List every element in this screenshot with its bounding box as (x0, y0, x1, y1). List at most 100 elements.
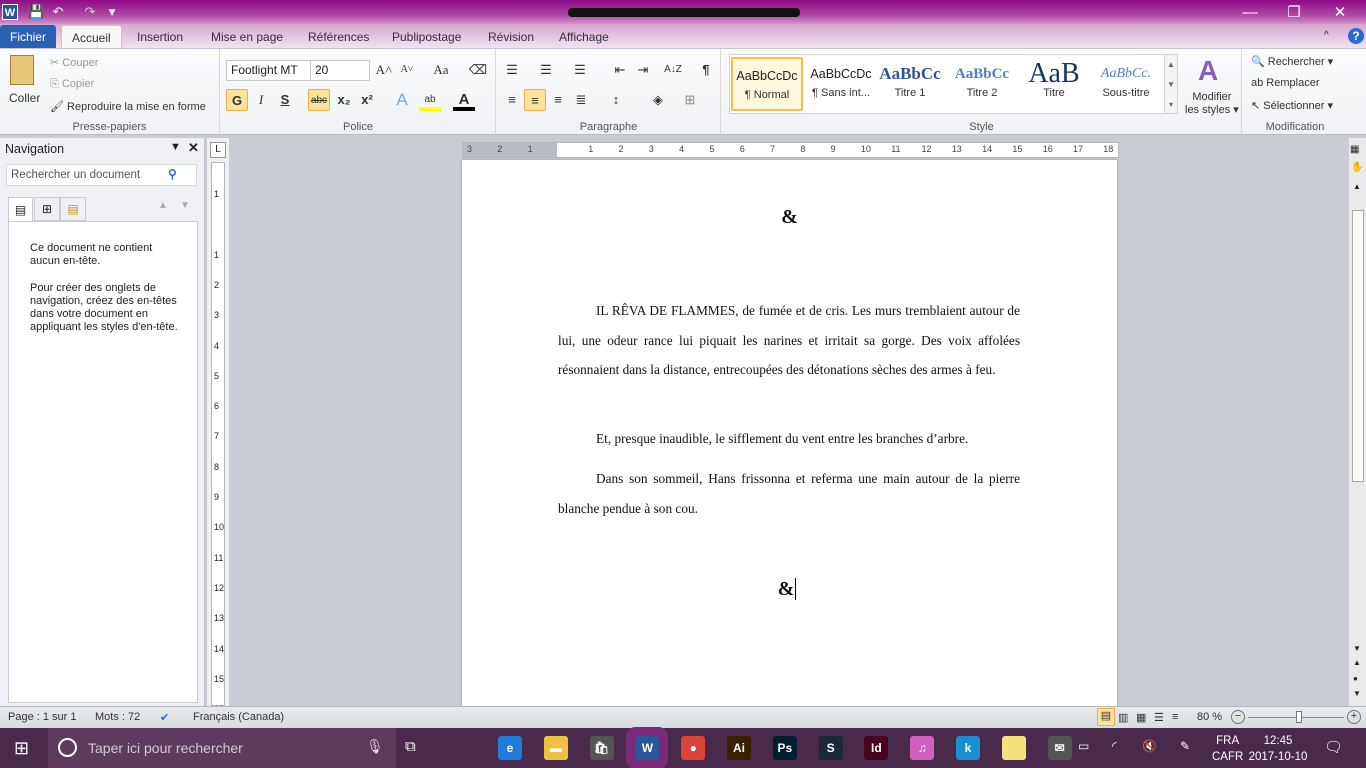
next-page-icon[interactable]: ▼ (1353, 689, 1361, 698)
taskbar-app-steam[interactable]: S (818, 736, 843, 760)
restore-button[interactable]: ❐ (1272, 2, 1316, 24)
start-button[interactable]: ⊞ (14, 738, 29, 759)
tab-pages-icon[interactable]: ⊞ (34, 197, 60, 221)
close-pane-icon[interactable]: ✕ (188, 140, 199, 156)
bullets-icon[interactable]: ☰ (501, 59, 523, 81)
subscript-button[interactable]: x₂ (333, 89, 355, 111)
shading-icon[interactable]: ◈ (647, 89, 669, 111)
show-formatting-icon[interactable]: ¶ (695, 59, 717, 81)
shrink-font-button[interactable]: A˅ (396, 59, 418, 81)
close-button[interactable]: ✕ (1318, 2, 1362, 24)
microphone-icon[interactable]: 🎙 (366, 738, 384, 755)
justify-icon[interactable]: ≣ (570, 89, 592, 111)
next-heading-icon[interactable]: ▼ (180, 200, 190, 211)
change-case-button[interactable]: Aa (427, 59, 455, 81)
style-heading-2[interactable]: AaBbCc Titre 2 (946, 57, 1018, 111)
clock[interactable]: 12:45 2017-10-10 (1248, 733, 1308, 765)
undo-icon[interactable]: ↶ (50, 4, 66, 20)
borders-icon[interactable]: ⊞ (679, 89, 701, 111)
minimize-button[interactable]: — (1228, 2, 1272, 24)
font-color-icon[interactable]: A (453, 89, 475, 111)
paragraph-1[interactable]: IL RÊVA DE FLAMMES, de fumée et de cris.… (558, 296, 1020, 385)
tab-results-icon[interactable]: ▤ (60, 197, 86, 221)
replace-button[interactable]: ab Remplacer (1251, 77, 1319, 89)
tab-affichage[interactable]: Affichage (549, 25, 619, 49)
copy-button[interactable]: ⎘ Copier (50, 78, 94, 91)
wifi-icon[interactable]: ◜ (1112, 739, 1117, 753)
align-left-icon[interactable]: ≡ (501, 89, 523, 111)
paste-button[interactable]: Coller (9, 91, 40, 105)
format-painter-button[interactable]: 🖌 Reproduire la mise en forme (50, 100, 206, 113)
previous-heading-icon[interactable]: ▲ (158, 200, 168, 211)
tab-fichier[interactable]: Fichier (0, 25, 56, 49)
tab-revision[interactable]: Révision (478, 25, 544, 49)
style-subtitle[interactable]: AaBbCc. Sous-titre (1090, 57, 1162, 111)
decrease-indent-icon[interactable]: ⇤ (609, 59, 631, 81)
word-count[interactable]: Mots : 72 (95, 711, 140, 723)
numbering-icon[interactable]: ☰ (535, 59, 557, 81)
save-icon[interactable]: 💾 (28, 4, 44, 20)
increase-indent-icon[interactable]: ⇥ (632, 59, 654, 81)
find-button[interactable]: 🔍 Rechercher ▾ (1251, 55, 1333, 68)
multilevel-list-icon[interactable]: ☰ (569, 59, 591, 81)
taskbar-app-edge[interactable]: e (498, 736, 522, 760)
pan-icon[interactable]: ✋ (1351, 162, 1363, 173)
style-normal[interactable]: AaBbCcDc ¶ Normal (731, 57, 803, 111)
sort-icon[interactable]: A↓Z (662, 59, 684, 81)
tab-headings-icon[interactable]: ▤ (8, 197, 33, 222)
taskbar-app-illustrator[interactable]: Ai (727, 736, 751, 760)
style-heading-1[interactable]: AaBbCc Titre 1 (874, 57, 946, 111)
paragraph-2[interactable]: Et, presque inaudible, le sifflement du … (558, 424, 1020, 454)
proofing-icon[interactable]: ✔ (160, 711, 169, 724)
tab-selector-button[interactable]: L (210, 142, 226, 158)
taskbar-search[interactable]: Taper ici pour rechercher 🎙 (48, 728, 396, 768)
tab-mise-en-page[interactable]: Mise en page (201, 25, 293, 49)
scrollbar-thumb[interactable] (1352, 210, 1364, 482)
previous-page-icon[interactable]: ▲ (1353, 658, 1361, 667)
taskbar-app-store[interactable]: 🛍 (589, 736, 614, 760)
bold-button[interactable]: G (226, 89, 248, 111)
change-styles-icon[interactable]: A (1198, 55, 1218, 87)
underline-button[interactable]: S (274, 89, 296, 111)
zoom-level[interactable]: 80 % (1197, 711, 1222, 723)
style-no-spacing[interactable]: AaBbCcDc ¶ Sans int... (805, 57, 877, 111)
browse-object-icon[interactable]: ● (1353, 674, 1358, 683)
highlight-color-icon[interactable]: ab (419, 89, 441, 111)
styles-scroll[interactable]: ▲ ▼ ▾ (1164, 54, 1178, 114)
vertical-ruler-bar[interactable]: 112345678910111213141516 (211, 162, 225, 714)
zoom-in-button[interactable]: + (1347, 710, 1361, 724)
grow-font-button[interactable]: A˄ (373, 59, 395, 81)
align-right-icon[interactable]: ≡ (547, 89, 569, 111)
customize-toolbar-icon[interactable]: ▾ (104, 4, 120, 20)
taskbar-app-kobo[interactable]: k (956, 736, 980, 760)
tab-insertion[interactable]: Insertion (127, 25, 193, 49)
redo-icon[interactable]: ↷ (82, 4, 98, 20)
italic-button[interactable]: I (250, 89, 272, 111)
align-center-icon[interactable]: ≡ (524, 89, 546, 111)
volume-muted-icon[interactable]: 🔇 (1142, 739, 1157, 753)
taskbar-app-mail[interactable]: ✉ (1047, 736, 1072, 760)
scroll-up-icon[interactable]: ▲ (1353, 182, 1361, 191)
pane-options-icon[interactable]: ▼ (170, 141, 181, 153)
web-layout-icon[interactable]: ▦ (1136, 711, 1146, 724)
taskbar-app-photoshop[interactable]: Ps (772, 736, 797, 760)
print-layout-icon[interactable]: ▤ (1097, 708, 1115, 726)
taskbar-app-indesign[interactable]: Id (864, 736, 889, 760)
strikethrough-button[interactable]: abc (308, 89, 330, 111)
action-center-icon[interactable]: 🗨 (1324, 738, 1343, 756)
draft-icon[interactable]: ≡ (1172, 711, 1178, 723)
text-effects-icon[interactable]: A (391, 89, 413, 111)
tab-publipostage[interactable]: Publipostage (382, 25, 471, 49)
taskbar-app-itunes[interactable]: ♫ (910, 736, 935, 760)
vertical-scrollbar[interactable]: ▦ ✋ ▲ ▼ ▲ ● ▼ (1348, 138, 1366, 706)
cut-button[interactable]: ✂ Couper (50, 56, 98, 69)
search-icon[interactable]: ⚲ (168, 167, 177, 181)
zoom-slider-thumb[interactable] (1296, 711, 1303, 723)
pen-icon[interactable]: ✎ (1180, 739, 1190, 753)
taskbar-app-file-explorer[interactable]: ▬ (543, 736, 568, 760)
taskbar-app-sticky-notes[interactable] (1001, 736, 1026, 760)
task-view-icon[interactable]: ⧉ (405, 738, 416, 755)
battery-icon[interactable]: ▭ (1078, 739, 1089, 753)
collapse-ribbon-icon[interactable]: ^ (1324, 30, 1329, 41)
style-title[interactable]: AaB Titre (1018, 57, 1090, 111)
